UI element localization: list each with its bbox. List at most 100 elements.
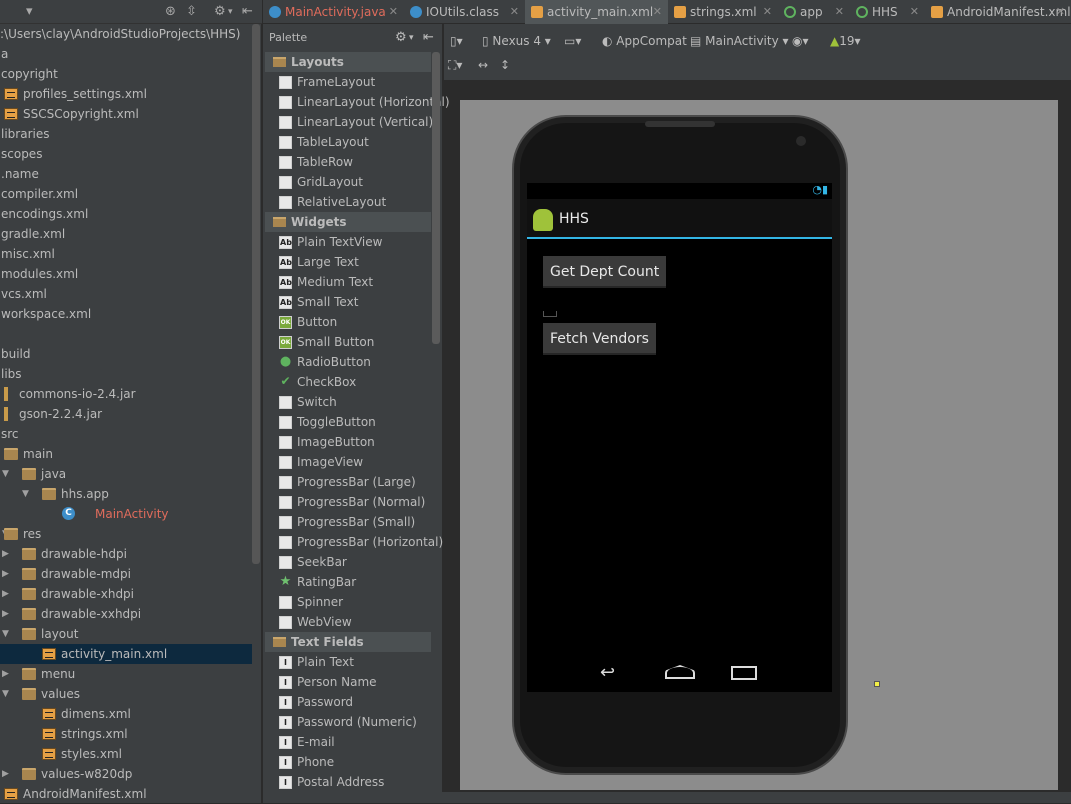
palette-item[interactable]: I Person Name	[265, 672, 431, 692]
tree-item[interactable]: strings.xml	[0, 724, 252, 744]
palette-item[interactable]: I Postal Address	[265, 772, 431, 792]
palette-item[interactable]: ToggleButton	[265, 412, 431, 432]
chevron-down-icon[interactable]: ▾	[409, 24, 414, 52]
tree-item[interactable]	[0, 324, 252, 344]
chevron-down-icon[interactable]: ▾	[228, 4, 233, 20]
tab-app[interactable]: app ✕	[778, 0, 850, 24]
palette-item[interactable]: I E-mail	[265, 732, 431, 752]
tree-item[interactable]: ▼ values	[0, 684, 252, 704]
palette-item[interactable]: ProgressBar (Horizontal)	[265, 532, 443, 552]
palette-item[interactable]: SeekBar	[265, 552, 431, 572]
tree-item[interactable]: libs	[0, 364, 252, 384]
tab-mainactivity-java[interactable]: MainActivity.java ✕	[263, 0, 404, 24]
tree-item[interactable]: libraries	[0, 124, 252, 144]
tree-item[interactable]: commons-io-2.4.jar	[0, 384, 252, 404]
palette-item[interactable]: I Password (Numeric)	[265, 712, 431, 732]
palette-item[interactable]: FrameLayout	[265, 72, 431, 92]
palette-item[interactable]: ImageView	[265, 452, 431, 472]
palette-item[interactable]: ProgressBar (Normal)	[265, 492, 431, 512]
palette-item[interactable]: Switch	[265, 392, 431, 412]
tree-item[interactable]: misc.xml	[0, 244, 252, 264]
hide-panel-icon[interactable]: ⇤	[242, 4, 253, 20]
project-root-path[interactable]: :\Users\clay\AndroidStudioProjects\HHS)	[0, 24, 252, 44]
tree-item[interactable]: gradle.xml	[0, 224, 252, 244]
tree-item[interactable]: build	[0, 344, 252, 364]
close-icon[interactable]: ✕	[835, 0, 844, 24]
tree-scrollbar[interactable]	[252, 24, 260, 564]
palette-category[interactable]: Widgets	[265, 212, 431, 232]
expand-arrow-icon[interactable]: ▼	[22, 484, 29, 504]
close-icon[interactable]: ✕	[1056, 0, 1065, 24]
palette-item[interactable]: ● RadioButton	[265, 352, 431, 372]
horizontal-resize-icon[interactable]: ↔	[478, 56, 488, 74]
tree-item[interactable]: ▼ layout	[0, 624, 252, 644]
tab-activity-main-xml[interactable]: activity_main.xml ✕	[525, 0, 668, 24]
target-icon[interactable]: ⊛	[165, 4, 176, 20]
palette-item[interactable]: Ab Plain TextView	[265, 232, 431, 252]
tree-item[interactable]: a	[0, 44, 252, 64]
tree-item[interactable]: AndroidManifest.xml	[0, 784, 252, 804]
palette-item[interactable]: ✔ CheckBox	[265, 372, 431, 392]
hide-panel-icon[interactable]: ⇤	[423, 24, 434, 52]
tree-item[interactable]: ▼ hhs.app	[0, 484, 252, 504]
tree-item[interactable]: encodings.xml	[0, 204, 252, 224]
tree-item[interactable]: main	[0, 444, 252, 464]
collapse-arrow-icon[interactable]: ▶	[2, 604, 9, 624]
tree-item[interactable]: profiles_settings.xml	[0, 84, 252, 104]
tab-strings-xml[interactable]: strings.xml ✕	[668, 0, 778, 24]
get-dept-count-button[interactable]: Get Dept Count	[543, 256, 667, 288]
palette-item[interactable]: Ab Large Text	[265, 252, 431, 272]
tree-item[interactable]: ▶ values-w820dp	[0, 764, 252, 784]
tree-item[interactable]: vcs.xml	[0, 284, 252, 304]
palette-item[interactable]: TableRow	[265, 152, 431, 172]
tree-item[interactable]: modules.xml	[0, 264, 252, 284]
close-icon[interactable]: ✕	[510, 0, 519, 24]
tab-ioutils-class[interactable]: IOUtils.class ✕	[404, 0, 525, 24]
expand-arrow-icon[interactable]: ▼	[2, 464, 9, 484]
locale-icon[interactable]: ◉▾	[792, 32, 809, 50]
close-icon[interactable]: ✕	[763, 0, 772, 24]
gear-icon[interactable]: ⚙	[214, 4, 226, 20]
palette-item[interactable]: ProgressBar (Large)	[265, 472, 431, 492]
palette-item[interactable]: Ab Medium Text	[265, 272, 431, 292]
tree-item[interactable]: ▶ menu	[0, 664, 252, 684]
palette-item[interactable]: I Phone	[265, 752, 431, 772]
palette-item[interactable]: TableLayout	[265, 132, 431, 152]
palette-item[interactable]: ImageButton	[265, 432, 431, 452]
tree-item[interactable]: scopes	[0, 144, 252, 164]
palette-item[interactable]: OK Small Button	[265, 332, 431, 352]
zoom-fit-icon[interactable]: ⛶▾	[448, 56, 462, 74]
palette-item[interactable]: I Password	[265, 692, 431, 712]
palette-item[interactable]: LinearLayout (Horizontal)	[265, 92, 450, 112]
palette-item[interactable]: WebView	[265, 612, 431, 632]
expand-arrow-icon[interactable]: ▼	[2, 684, 9, 704]
palette-item[interactable]: Ab Small Text	[265, 292, 431, 312]
orientation-icon[interactable]: ▭▾	[564, 32, 581, 50]
tree-item[interactable]: SSCSCopyright.xml	[0, 104, 252, 124]
palette-item[interactable]: LinearLayout (Vertical)	[265, 112, 433, 132]
tree-item[interactable]: compiler.xml	[0, 184, 252, 204]
tab-hhs[interactable]: HHS ✕	[850, 0, 925, 24]
palette-item[interactable]: Spinner	[265, 592, 431, 612]
tree-item[interactable]: dimens.xml	[0, 704, 252, 724]
dropdown-icon[interactable]: ▾	[26, 4, 33, 20]
palette-category[interactable]: Layouts	[265, 52, 431, 72]
tree-item[interactable]: ▼ java	[0, 464, 252, 484]
close-icon[interactable]: ✕	[653, 0, 662, 24]
tree-item[interactable]: ▼res	[0, 524, 252, 544]
collapse-icon[interactable]: ⇳	[186, 4, 197, 20]
tree-item[interactable]: activity_main.xml	[0, 644, 252, 664]
tree-item[interactable]: src	[0, 424, 252, 444]
collapse-arrow-icon[interactable]: ▶	[2, 584, 9, 604]
collapse-arrow-icon[interactable]: ▶	[2, 544, 9, 564]
palette-item[interactable]: OK Button	[265, 312, 431, 332]
collapse-arrow-icon[interactable]: ▶	[2, 664, 9, 684]
tree-item[interactable]: styles.xml	[0, 744, 252, 764]
palette-item[interactable]: I Plain Text	[265, 652, 431, 672]
close-icon[interactable]: ✕	[910, 0, 919, 24]
empty-view[interactable]	[543, 311, 557, 317]
activity-selector[interactable]: ▤ MainActivity ▾	[690, 32, 789, 50]
resize-handle[interactable]	[874, 681, 880, 687]
tab-androidmanifest-xml[interactable]: AndroidManifest.xml ✕	[925, 0, 1071, 24]
tree-item[interactable]: workspace.xml	[0, 304, 252, 324]
